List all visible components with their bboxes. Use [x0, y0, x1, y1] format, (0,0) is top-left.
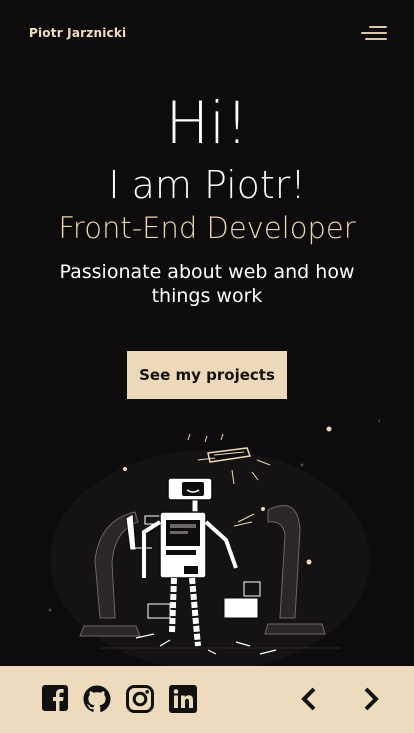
instagram-icon[interactable] — [125, 684, 155, 714]
hero-role: Front-End Developer — [58, 211, 356, 245]
hero-tagline: Passionate about web and how things work — [59, 261, 355, 307]
facebook-icon[interactable] — [41, 684, 71, 714]
linkedin-icon[interactable] — [168, 684, 198, 714]
hero-greeting: Hi! — [165, 89, 249, 157]
see-projects-button[interactable]: See my projects — [127, 351, 287, 399]
github-icon[interactable] — [82, 684, 112, 714]
hero-intro: I am Piotr! — [108, 163, 306, 207]
footer-bar — [0, 666, 414, 733]
chevron-right-icon[interactable] — [357, 686, 383, 712]
chevron-left-icon[interactable] — [297, 686, 323, 712]
brand-name[interactable]: Piotr Jarznicki — [29, 26, 126, 40]
site-header: Piotr Jarznicki — [0, 0, 414, 66]
hero-section: Hi! I am Piotr! Front-End Developer Pass… — [0, 88, 414, 308]
robot-illustration — [48, 419, 380, 666]
hamburger-menu-icon[interactable] — [361, 26, 387, 42]
